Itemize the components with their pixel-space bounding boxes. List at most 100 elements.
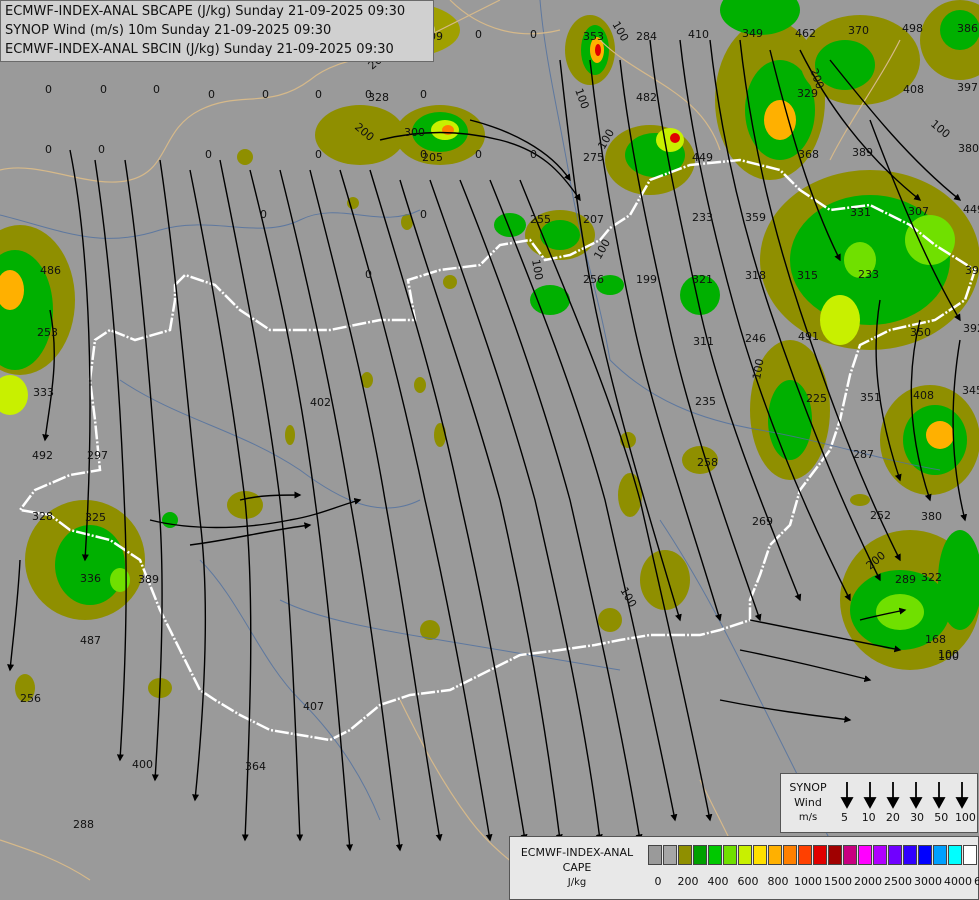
cape-color-swatch — [903, 845, 917, 865]
cape-color-swatch — [708, 845, 722, 865]
cape-value-label: 288 — [73, 818, 94, 831]
cape-value-label: 329 — [797, 87, 818, 100]
cape-color-swatch — [873, 845, 887, 865]
cape-value-label: 386 — [957, 22, 978, 35]
cape-value-label: 258 — [697, 456, 718, 469]
wind-legend-value: 30 — [910, 811, 925, 824]
cape-tick-label: 400 — [707, 875, 729, 888]
cape-color-swatch — [843, 845, 857, 865]
cape-value-label: 199 — [636, 273, 657, 286]
arrow-down-icon — [863, 797, 877, 809]
cape-value-label: 233 — [692, 211, 713, 224]
title-synop-wind: SYNOP Wind (m/s) 10m Sunday 21-09-2025 0… — [5, 23, 332, 38]
arrow-down-icon — [840, 797, 854, 809]
cape-value-label: 407 — [303, 700, 324, 713]
wind-legend-value: 100 — [954, 811, 976, 824]
cape-value-label: 397 — [957, 81, 978, 94]
cape-value-label: 0 — [205, 148, 212, 161]
cape-value-label: 492 — [32, 449, 53, 462]
cape-value-label: 321 — [692, 273, 713, 286]
cape-value-label: 322 — [921, 571, 942, 584]
arrow-down-icon — [886, 797, 900, 809]
cape-value-label: 256 — [20, 692, 41, 705]
arrow-down-icon — [909, 797, 923, 809]
cape-value-label: 395 — [965, 264, 979, 277]
map-title-box: ECMWF-INDEX-ANAL SBCAPE (J/kg) Sunday 21… — [0, 0, 434, 62]
wind-legend-value: 5 — [841, 811, 848, 824]
cape-color-swatch — [663, 845, 677, 865]
cape-color-swatch — [768, 845, 782, 865]
cape-value-label: 0 — [530, 148, 537, 161]
cape-color-swatch — [798, 845, 812, 865]
cape-value-label: 0 — [260, 208, 267, 221]
cape-value-label: 0 — [530, 28, 537, 41]
wind-legend-unit: m/s — [798, 812, 818, 823]
cape-color-swatch — [828, 845, 842, 865]
cape-value-label: 0 — [475, 148, 482, 161]
cape-scale-ticks: 0 200 400 600 800 100015002000250030004000600… — [648, 875, 979, 889]
cape-value-label: 0 — [420, 88, 427, 101]
cape-value-label: 333 — [33, 386, 54, 399]
cape-color-swatch — [858, 845, 872, 865]
cape-value-label: 380 — [958, 142, 979, 155]
cape-value-label: 0 — [262, 88, 269, 101]
wind-legend-value: 50 — [934, 811, 949, 824]
cape-value-label: 289 — [895, 573, 916, 586]
cape-value-label: 311 — [693, 335, 714, 348]
cape-value-label: 252 — [870, 509, 891, 522]
cape-value-label: 389 — [138, 573, 159, 586]
cape-value-label: 328 — [368, 91, 389, 104]
cape-value-label: 482 — [636, 91, 657, 104]
cape-color-swatch — [738, 845, 752, 865]
cape-tick-label: 2500 — [884, 875, 912, 888]
cape-value-label: 0 — [45, 83, 52, 96]
cape-color-swatch — [648, 845, 662, 865]
cape-tick-label: 600 — [737, 875, 759, 888]
cape-value-label: 0 — [153, 83, 160, 96]
cape-value-label: 168 — [925, 633, 946, 646]
cape-value-label: 0 — [315, 88, 322, 101]
cape-value-label: 498 — [902, 22, 923, 35]
wind-legend-title-line: SYNOP — [789, 781, 827, 794]
cape-value-label: 336 — [80, 572, 101, 585]
arrow-down-icon — [932, 797, 946, 809]
cape-color-swatch — [723, 845, 737, 865]
cape-value-label: 400 — [132, 758, 153, 771]
cape-value-label: 235 — [695, 395, 716, 408]
cape-value-label: 269 — [752, 515, 773, 528]
cape-color-swatch — [813, 845, 827, 865]
cape-value-label: 284 — [636, 30, 657, 43]
cape-value-label: 233 — [858, 268, 879, 281]
cape-value-label: 408 — [913, 389, 934, 402]
cape-color-swatch — [933, 845, 947, 865]
cape-value-label: 380 — [921, 510, 942, 523]
cape-value-label: 491 — [798, 330, 819, 343]
cape-value-label: 0 — [45, 143, 52, 156]
cape-value-label: 205 — [422, 151, 443, 164]
cape-value-label: 410 — [688, 28, 709, 41]
cape-value-label: 408 — [903, 83, 924, 96]
cape-value-label: 297 — [87, 449, 108, 462]
cape-tick-label: 200 — [677, 875, 699, 888]
cape-value-label: 307 — [908, 205, 929, 218]
cape-tick-label: 1000 — [794, 875, 822, 888]
cape-value-label: 100 — [938, 648, 959, 661]
cape-legend-title: ECMWF-INDEX-ANAL CAPE J/kg — [514, 845, 640, 890]
cape-color-swatch — [783, 845, 797, 865]
cape-value-label: 351 — [860, 391, 881, 404]
cape-value-label: 225 — [806, 392, 827, 405]
cape-tick-label: 1500 — [824, 875, 852, 888]
cape-value-label: 300 — [404, 126, 425, 139]
cape-color-swatch — [963, 845, 977, 865]
cape-value-label: 331 — [850, 206, 871, 219]
cape-legend-title-line: CAPE — [562, 861, 592, 874]
cape-value-label: 449 — [692, 151, 713, 164]
cape-value-label: 0 — [475, 28, 482, 41]
cape-value-label: 370 — [848, 24, 869, 37]
cape-value-label: 253 — [37, 326, 58, 339]
arrow-down-icon — [955, 797, 969, 809]
cape-value-label: 0 — [98, 143, 105, 156]
cape-value-label: 487 — [80, 634, 101, 647]
cape-tick-label: 0 — [654, 875, 662, 888]
cape-value-label: 486 — [40, 264, 61, 277]
